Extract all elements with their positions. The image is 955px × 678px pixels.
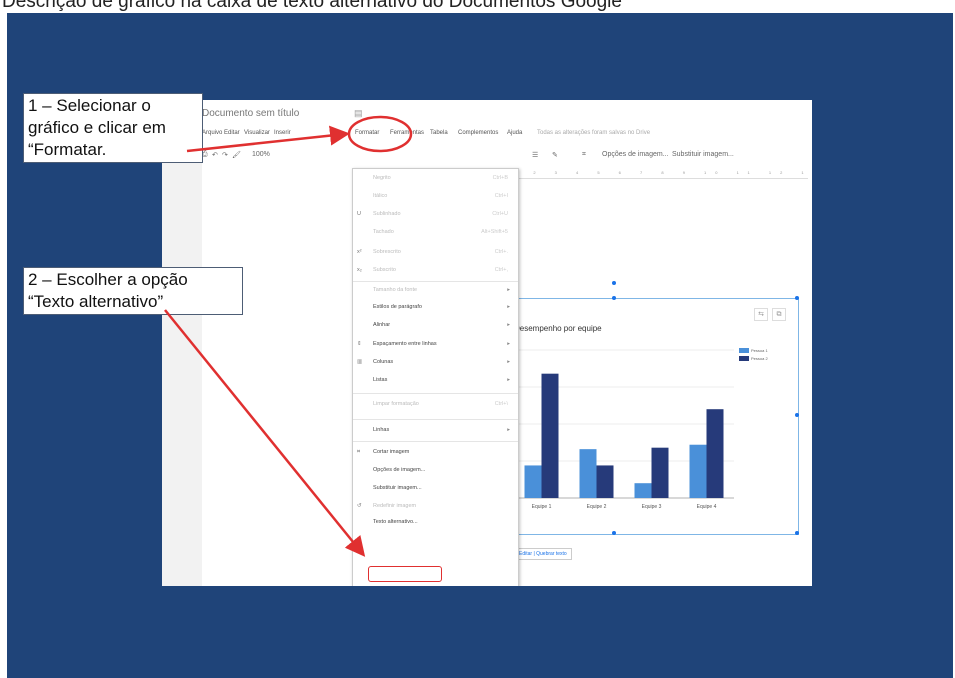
slide-background: Documento sem título ▤ Arquivo Editar Vi… [7,13,953,678]
annotation-overlay [164,115,413,557]
formatar-highlight-ellipse [347,115,413,153]
arrow-to-formatar [186,125,350,153]
top-caption: Descrição de gráfico na caixa de texto a… [2,0,622,12]
arrow-to-alt-text [164,309,366,557]
